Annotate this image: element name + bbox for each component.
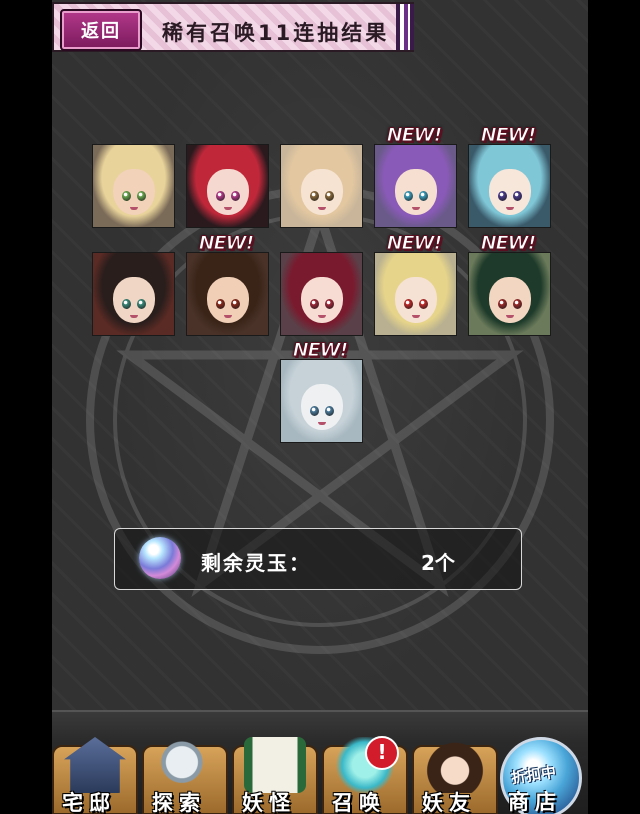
character-eye [137, 299, 146, 309]
new-badge: NEW! [480, 124, 537, 147]
catgirl-icon [424, 737, 486, 793]
card-7-portrait[interactable] [186, 252, 269, 336]
nav-home-button[interactable]: 宅邸 [52, 737, 138, 814]
character-eye [419, 191, 428, 201]
card-6-portrait[interactable] [92, 252, 175, 336]
summon-alert-badge: ! [365, 736, 399, 770]
nav-yokai-button[interactable]: 妖怪 [232, 737, 318, 814]
new-badge: NEW! [292, 339, 349, 362]
card-4-portrait[interactable] [374, 144, 457, 228]
card-10-portrait[interactable] [468, 252, 551, 336]
character-eye [137, 191, 146, 201]
new-badge: NEW! [386, 232, 443, 255]
character-eye [498, 191, 507, 201]
character-eye [325, 406, 334, 416]
character-eye [404, 299, 413, 309]
mansion-icon [64, 737, 126, 793]
card-8-portrait[interactable] [280, 252, 363, 336]
nav-summon-label: 召唤 [332, 791, 386, 814]
card-3-portrait[interactable] [280, 144, 363, 228]
character-eye [404, 191, 413, 201]
character-eye [513, 191, 522, 201]
page-title: 稀有召唤11连抽结果 [162, 21, 390, 45]
character-eye [122, 299, 131, 309]
character-eye [498, 299, 507, 309]
card-1-portrait[interactable] [92, 144, 175, 228]
nav-shiki-button[interactable]: 妖友 [412, 737, 498, 814]
spirit-jade-icon [139, 537, 181, 579]
card-11-portrait[interactable] [280, 359, 363, 443]
nav-explore-label: 探索 [152, 791, 206, 814]
magnifier-icon [154, 737, 216, 793]
spirit-jade-panel: 剩余灵玉： 2个 [114, 528, 522, 590]
scroll-icon [244, 737, 306, 793]
character-eye [513, 299, 522, 309]
character-eye [231, 191, 240, 201]
character-eye [325, 299, 334, 309]
spirit-jade-count: 2个 [421, 551, 455, 575]
nav-shop-label: 商店 [508, 790, 562, 814]
card-5-portrait[interactable] [468, 144, 551, 228]
nav-home-label: 宅邸 [62, 791, 116, 814]
new-badge: NEW! [480, 232, 537, 255]
character-eye [216, 299, 225, 309]
nav-yokai-label: 妖怪 [242, 791, 296, 814]
page-header: 返回 稀有召唤11连抽结果 [52, 2, 414, 52]
character-eye [231, 299, 240, 309]
new-badge: NEW! [386, 124, 443, 147]
summon-result-screen: 返回 稀有召唤11连抽结果 NEW! NEW! NEW! NEW! NEW! NEW! 剩… [52, 0, 588, 814]
character-eye [310, 191, 319, 201]
card-9-portrait[interactable] [374, 252, 457, 336]
header-ribbon [396, 4, 414, 50]
character-eye [216, 191, 225, 201]
character-eye [122, 191, 131, 201]
card-2-portrait[interactable] [186, 144, 269, 228]
new-badge: NEW! [198, 232, 255, 255]
character-eye [310, 406, 319, 416]
character-eye [310, 299, 319, 309]
character-eye [325, 191, 334, 201]
character-eye [419, 299, 428, 309]
nav-shiki-label: 妖友 [422, 791, 476, 814]
back-button[interactable]: 返回 [60, 9, 142, 51]
spirit-jade-label: 剩余灵玉： [201, 551, 311, 575]
shop-discount-badge: 折扣中 [510, 762, 558, 788]
nav-explore-button[interactable]: 探索 [142, 737, 228, 814]
